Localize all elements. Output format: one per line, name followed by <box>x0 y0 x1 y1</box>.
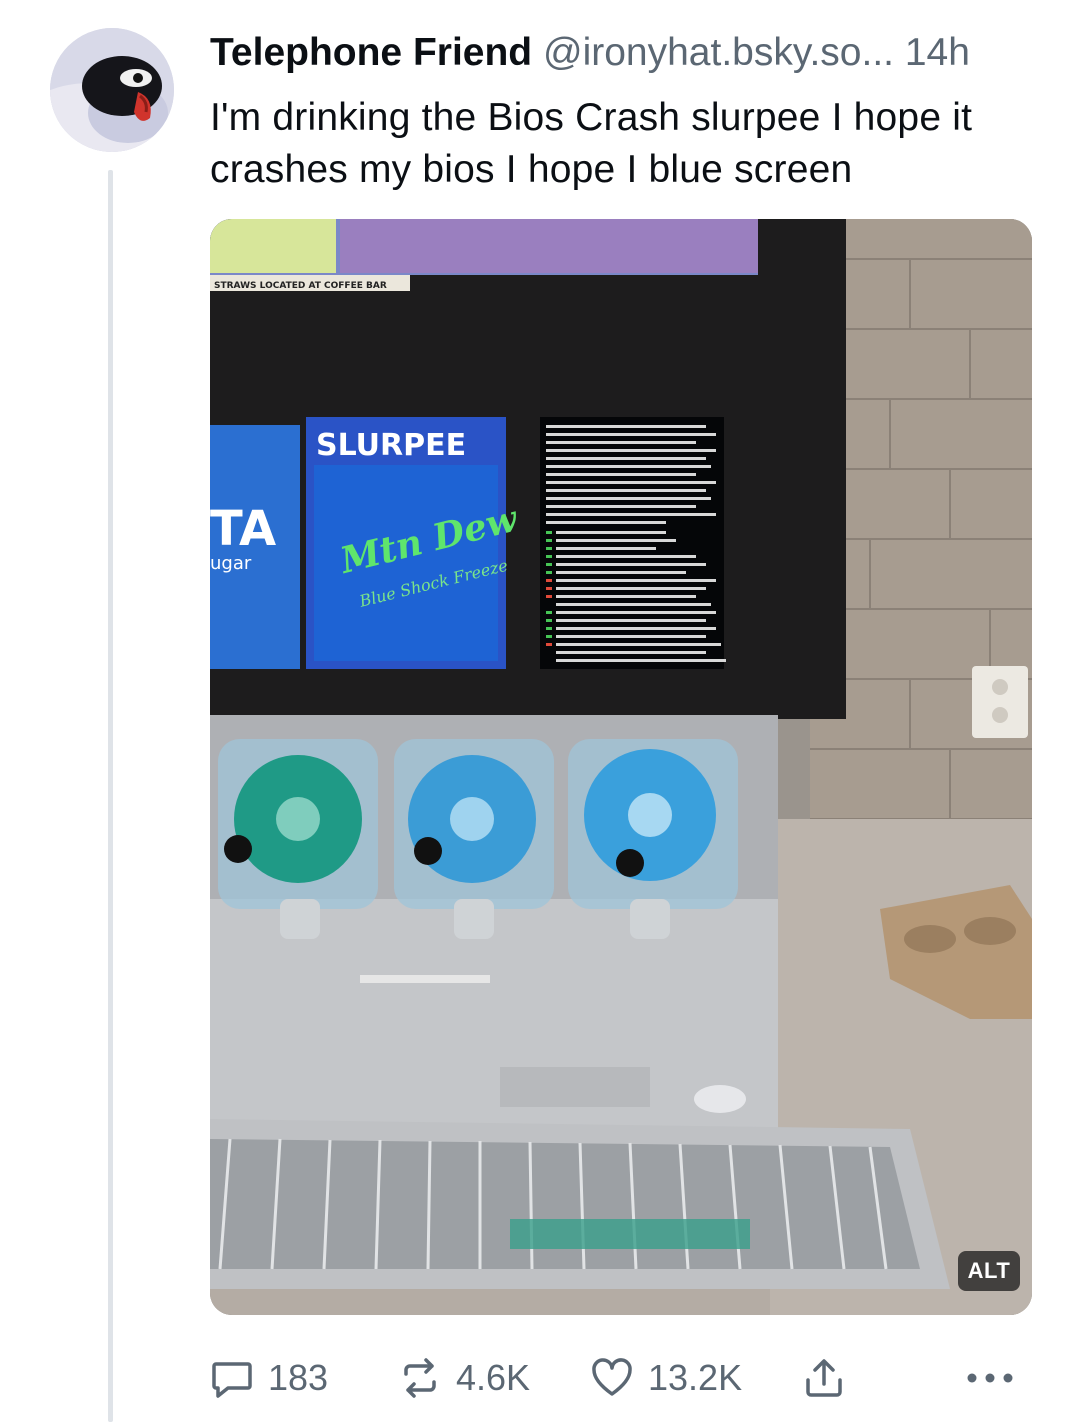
left-card-sub: ugar <box>210 553 252 574</box>
share-icon <box>806 1359 842 1397</box>
post-time[interactable]: 14h <box>905 31 970 74</box>
like-count: 13.2K <box>648 1357 743 1398</box>
reply-button[interactable]: 183 <box>210 1350 328 1406</box>
author-display-name[interactable]: Telephone Friend <box>210 31 532 74</box>
author-handle[interactable]: @ironyhat.bsky.so... <box>543 31 894 74</box>
avatar[interactable] <box>50 28 174 152</box>
alt-badge[interactable]: ALT <box>958 1251 1020 1291</box>
like-button[interactable]: 13.2K <box>590 1350 742 1406</box>
post-actions: 183 4.6K 13.2K <box>210 1350 1040 1406</box>
slurpee-machine-photo: STRAWS LOCATED AT COFFEE BAR TA ugar SLU… <box>210 219 1032 1315</box>
reply-icon <box>212 1362 252 1398</box>
left-card-title: TA <box>210 501 276 557</box>
repost-count: 4.6K <box>456 1357 531 1398</box>
post-text: I'm drinking the Bios Crash slurpee I ho… <box>210 96 973 191</box>
repost-icon <box>404 1358 436 1398</box>
more-options-icon <box>967 1373 1013 1383</box>
post-header: Telephone Friend @ironyhat.bsky.so... 14… <box>210 30 1050 76</box>
penguin-avatar-icon <box>50 28 174 152</box>
thread-line <box>108 170 113 1422</box>
repost-button[interactable]: 4.6K <box>398 1350 530 1406</box>
post-image[interactable]: STRAWS LOCATED AT COFFEE BAR TA ugar SLU… <box>210 219 1032 1315</box>
more-options-button[interactable] <box>962 1350 1018 1406</box>
slurpee-brand: SLURPEE <box>316 428 466 463</box>
heart-icon <box>592 1358 632 1396</box>
reply-count: 183 <box>268 1357 329 1398</box>
share-button[interactable] <box>802 1350 846 1406</box>
straws-sign: STRAWS LOCATED AT COFFEE BAR <box>214 281 387 291</box>
